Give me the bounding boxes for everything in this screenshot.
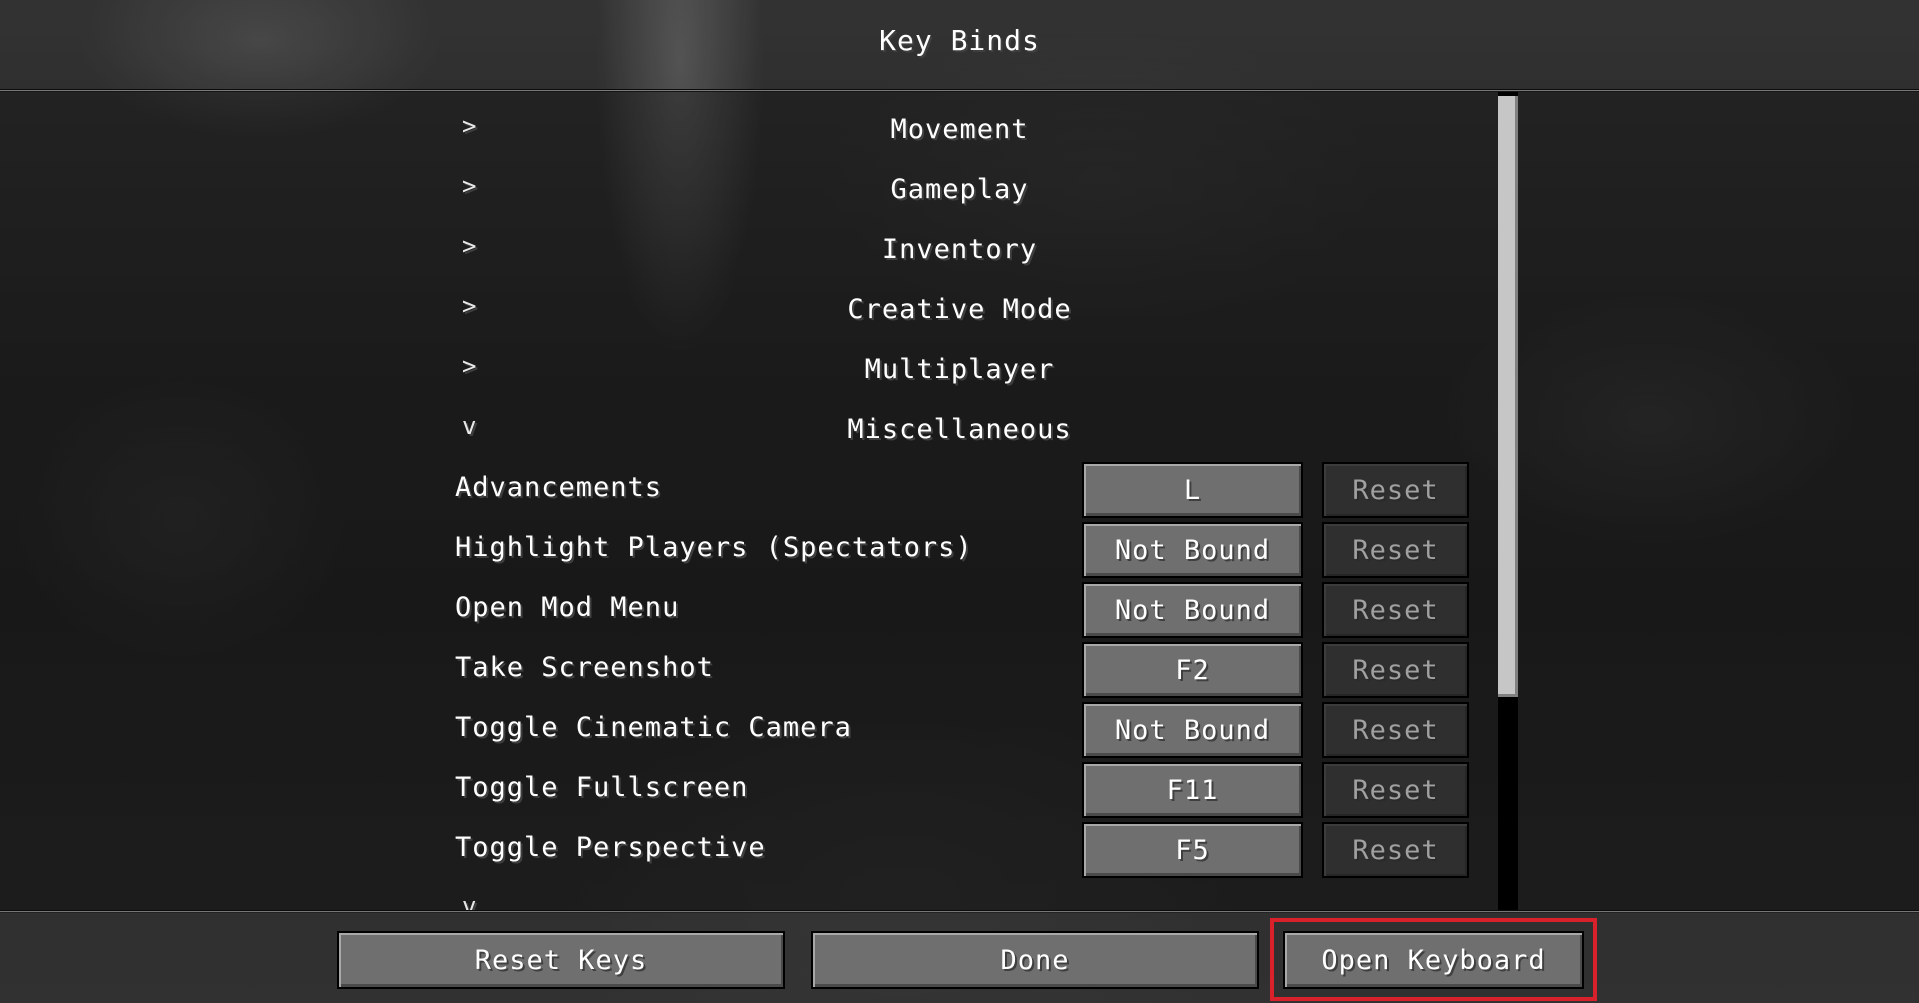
category-label: Movement: [890, 114, 1029, 145]
footer: Reset Keys Done Open Keyboard: [0, 913, 1919, 1003]
key-button-take-screenshot[interactable]: F2: [1082, 642, 1303, 698]
reset-button-toggle-cinematic-camera[interactable]: Reset: [1322, 702, 1469, 758]
keybind-name: Toggle Cinematic Camera: [455, 712, 852, 743]
keybind-row-toggle-cinematic-camera: Toggle Cinematic Camera Not Bound Reset: [0, 702, 1919, 758]
key-button-advancements[interactable]: L: [1082, 462, 1303, 518]
reset-button-take-screenshot[interactable]: Reset: [1322, 642, 1469, 698]
category-label: Miscellaneous: [847, 414, 1072, 445]
keybind-name: Highlight Players (Spectators): [455, 532, 973, 563]
category-multiplayer[interactable]: > Multiplayer: [0, 352, 1919, 392]
category-movement[interactable]: > Movement: [0, 112, 1919, 152]
keybind-name: Toggle Fullscreen: [455, 772, 749, 803]
keybind-name: Take Screenshot: [455, 652, 714, 683]
open-keyboard-button[interactable]: Open Keyboard: [1283, 931, 1584, 989]
category-miscellaneous[interactable]: v Miscellaneous: [0, 412, 1919, 452]
keybind-row-highlight-players: Highlight Players (Spectators) Not Bound…: [0, 522, 1919, 578]
reset-button-toggle-fullscreen[interactable]: Reset: [1322, 762, 1469, 818]
keybind-name: Open Mod Menu: [455, 592, 680, 623]
key-button-highlight-players[interactable]: Not Bound: [1082, 522, 1303, 578]
reset-button-highlight-players[interactable]: Reset: [1322, 522, 1469, 578]
category-inventory[interactable]: > Inventory: [0, 232, 1919, 272]
key-button-toggle-fullscreen[interactable]: F11: [1082, 762, 1303, 818]
key-button-toggle-cinematic-camera[interactable]: Not Bound: [1082, 702, 1303, 758]
category-label: Gameplay: [890, 174, 1029, 205]
chevron-down-icon: v: [462, 892, 477, 910]
keybind-list: > Movement > Gameplay > Inventory > Crea…: [0, 92, 1919, 910]
reset-keys-button[interactable]: Reset Keys: [337, 931, 785, 989]
category-creative-mode[interactable]: > Creative Mode: [0, 292, 1919, 332]
keybind-row-advancements: Advancements L Reset: [0, 462, 1919, 518]
keybind-row-toggle-perspective: Toggle Perspective F5 Reset: [0, 822, 1919, 878]
header: Key Binds: [0, 0, 1919, 90]
scrollbar-thumb[interactable]: [1498, 96, 1518, 697]
done-button[interactable]: Done: [811, 931, 1259, 989]
reset-button-advancements[interactable]: Reset: [1322, 462, 1469, 518]
reset-button-open-mod-menu[interactable]: Reset: [1322, 582, 1469, 638]
key-button-open-mod-menu[interactable]: Not Bound: [1082, 582, 1303, 638]
reset-button-toggle-perspective[interactable]: Reset: [1322, 822, 1469, 878]
category-gameplay[interactable]: > Gameplay: [0, 172, 1919, 212]
key-button-toggle-perspective[interactable]: F5: [1082, 822, 1303, 878]
keybind-name: Advancements: [455, 472, 663, 503]
keybind-row-take-screenshot: Take Screenshot F2 Reset: [0, 642, 1919, 698]
category-partial[interactable]: v: [0, 892, 1919, 910]
category-label: Creative Mode: [847, 294, 1072, 325]
keybind-name: Toggle Perspective: [455, 832, 766, 863]
category-label: Inventory: [881, 234, 1038, 265]
keybind-row-open-mod-menu: Open Mod Menu Not Bound Reset: [0, 582, 1919, 638]
page-title: Key Binds: [879, 24, 1040, 57]
category-label: Multiplayer: [864, 354, 1055, 385]
keybind-row-toggle-fullscreen: Toggle Fullscreen F11 Reset: [0, 762, 1919, 818]
